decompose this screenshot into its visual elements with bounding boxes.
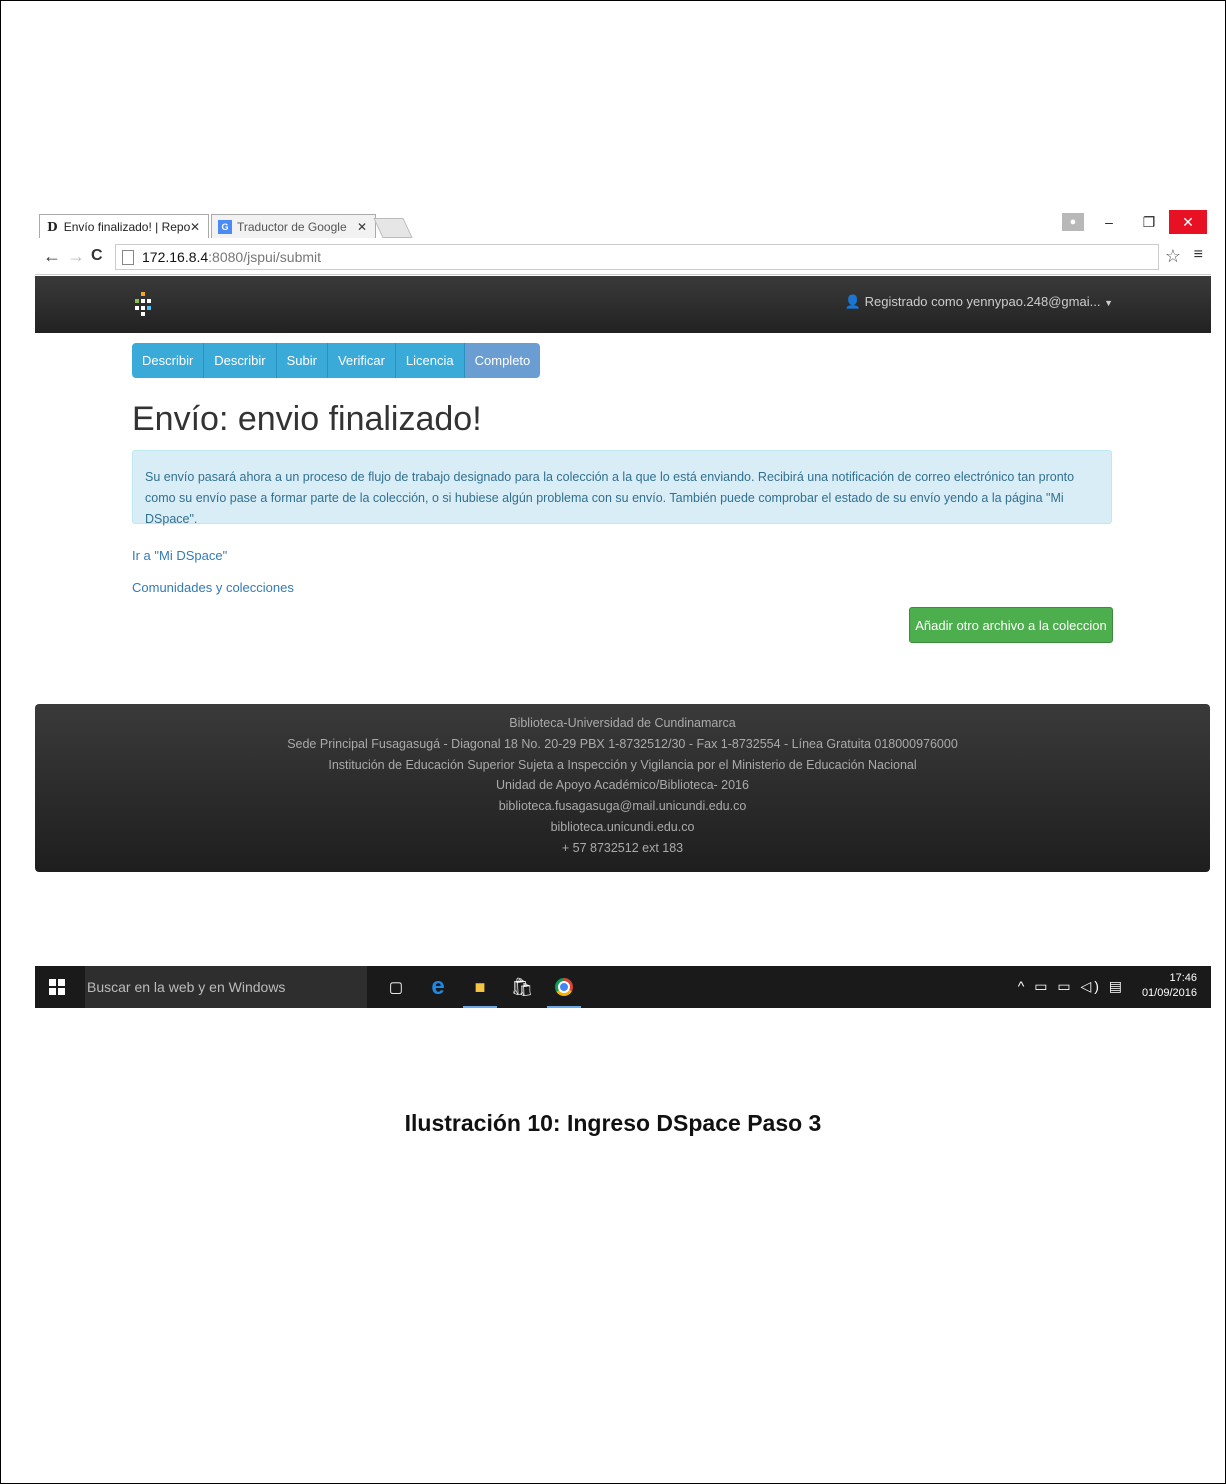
- user-icon: 👤: [844, 294, 862, 309]
- info-alert: Su envío pasará ahora a un proceso de fl…: [132, 450, 1112, 526]
- site-footer: Biblioteca-Universidad de Cundinamarca S…: [35, 704, 1210, 872]
- taskbar-clock[interactable]: 17:46 01/09/2016: [1142, 971, 1197, 1001]
- step-verificar[interactable]: Verificar: [327, 343, 396, 378]
- step-describir-1[interactable]: Describir: [132, 343, 205, 378]
- tab-envio-finalizado[interactable]: D Envío finalizado! | Reposit ✕: [39, 214, 209, 238]
- step-completo: Completo: [464, 343, 541, 378]
- communities-link[interactable]: Comunidades y colecciones: [132, 580, 294, 595]
- close-window-button[interactable]: ✕: [1169, 210, 1207, 234]
- system-tray-icons[interactable]: ^ ▭ ▭ ◁) ▤: [1018, 978, 1125, 995]
- footer-phone: + 57 8732512 ext 183: [561, 840, 684, 855]
- store-icon[interactable]: 🛍: [501, 966, 543, 1008]
- page-icon: [122, 249, 134, 265]
- close-tab-icon[interactable]: ✕: [357, 220, 367, 234]
- profile-icon[interactable]: ●: [1062, 213, 1084, 231]
- address-bar-row: ← → C 172.16.8.4:8080/jspui/submit ☆ ≡: [35, 240, 1211, 275]
- page-title: Envío: envio finalizado!: [132, 400, 482, 438]
- dspace-navbar: 👤 Registrado como yennypao.248@gmai... ▼: [35, 276, 1211, 333]
- edge-browser-icon[interactable]: e: [417, 966, 459, 1008]
- back-arrow-icon[interactable]: ←: [43, 246, 61, 267]
- taskbar-search-box[interactable]: Buscar en la web y en Windows: [85, 966, 367, 1008]
- forward-arrow-icon[interactable]: →: [67, 246, 85, 267]
- clock-time: 17:46: [1169, 972, 1197, 984]
- restore-button[interactable]: ❐: [1131, 210, 1167, 234]
- menu-icon[interactable]: ≡: [1194, 246, 1203, 264]
- windows-taskbar: Buscar en la web y en Windows ▢ e ■ 🛍 ^ …: [35, 966, 1211, 1008]
- google-translate-icon: G: [218, 219, 232, 234]
- reload-icon[interactable]: C: [91, 247, 103, 265]
- task-view-icon[interactable]: ▢: [375, 966, 417, 1008]
- new-tab-button[interactable]: [373, 218, 413, 238]
- tab-label: Envío finalizado! | Reposit: [63, 219, 190, 234]
- figure-caption: Ilustración 10: Ingreso DSpace Paso 3: [404, 1110, 822, 1136]
- footer-line: Biblioteca-Universidad de Cundinamarca: [509, 716, 736, 730]
- user-menu[interactable]: 👤 Registrado como yennypao.248@gmai... ▼: [845, 294, 1113, 310]
- chrome-icon[interactable]: [543, 966, 585, 1008]
- footer-line: Sede Principal Fusagasugá - Diagonal 18 …: [287, 736, 958, 751]
- file-explorer-icon[interactable]: ■: [459, 966, 501, 1008]
- minimize-button[interactable]: –: [1091, 210, 1127, 234]
- windows-start-icon[interactable]: [49, 979, 65, 995]
- my-dspace-link[interactable]: Ir a "Mi DSpace": [132, 548, 227, 563]
- step-licencia[interactable]: Licencia: [395, 343, 465, 378]
- clock-date: 01/09/2016: [1141, 987, 1197, 999]
- step-subir[interactable]: Subir: [276, 343, 328, 378]
- user-label: Registrado como yennypao.248@gmai...: [864, 294, 1101, 309]
- url-host: 172.16.8.4: [142, 249, 209, 265]
- footer-line: Institución de Educación Superior Sujeta…: [328, 757, 917, 772]
- search-placeholder: Buscar en la web y en Windows: [87, 979, 286, 995]
- tab-label: Traductor de Google: [237, 219, 347, 234]
- submission-steps: Describir Describir Subir Verificar Lice…: [132, 343, 541, 378]
- url-path: :8080/jspui/submit: [208, 249, 322, 265]
- footer-line: Unidad de Apoyo Académico/Biblioteca- 20…: [496, 778, 749, 793]
- caret-down-icon: ▼: [1104, 298, 1113, 308]
- bookmark-star-icon[interactable]: ☆: [1165, 246, 1181, 267]
- footer-website[interactable]: biblioteca.unicundi.edu.co: [35, 817, 1210, 838]
- add-another-file-button[interactable]: Añadir otro archivo a la coleccion: [909, 607, 1113, 643]
- dspace-favicon-icon: D: [47, 219, 58, 234]
- dspace-logo-icon[interactable]: [133, 292, 153, 316]
- browser-tab-strip: D Envío finalizado! | Reposit ✕ G Traduc…: [35, 210, 1211, 238]
- footer-email[interactable]: biblioteca.fusagasuga@mail.unicundi.edu.…: [35, 796, 1210, 817]
- tab-google-translate[interactable]: G Traductor de Google ✕: [211, 214, 376, 238]
- url-input[interactable]: 172.16.8.4:8080/jspui/submit: [115, 244, 1159, 270]
- close-tab-icon[interactable]: ✕: [190, 220, 200, 234]
- step-describir-2[interactable]: Describir: [204, 343, 277, 378]
